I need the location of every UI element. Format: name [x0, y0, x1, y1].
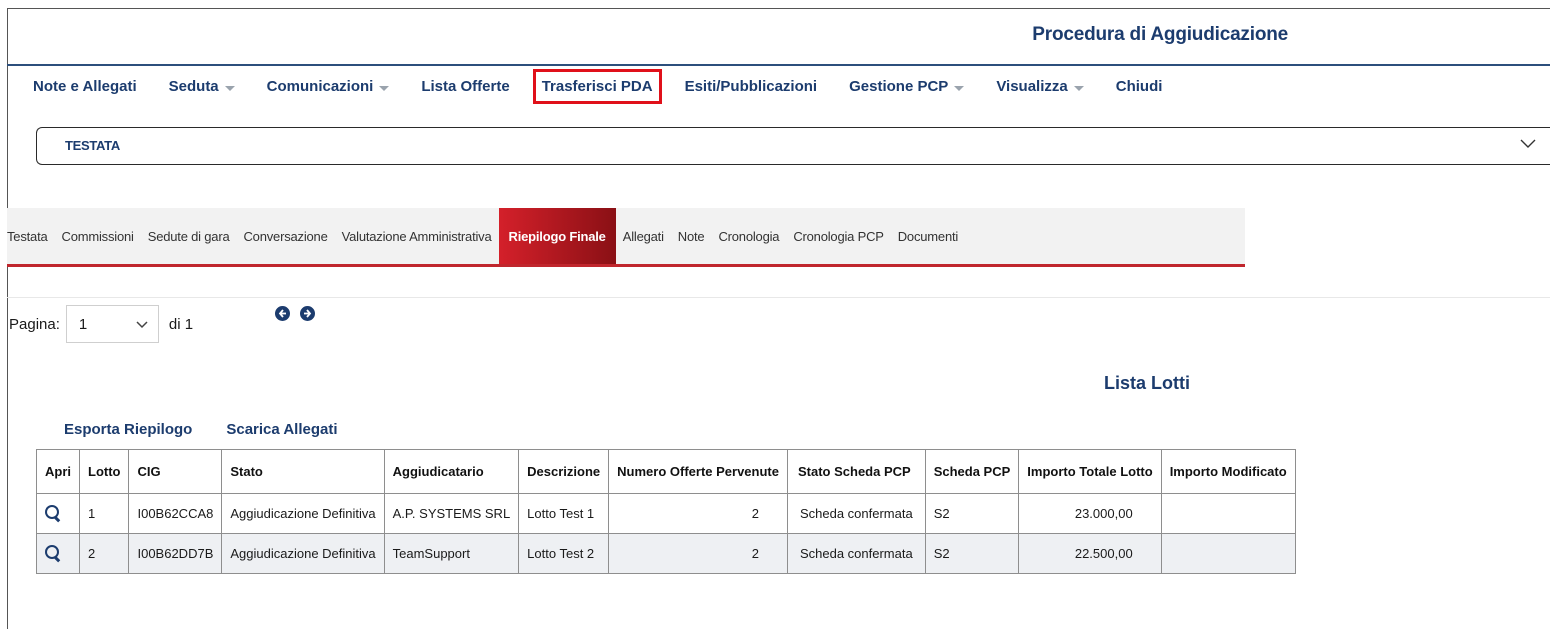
caret-down-icon — [379, 85, 390, 91]
tab-documenti[interactable]: Documenti — [891, 208, 965, 265]
menu-label: Gestione PCP — [849, 78, 949, 95]
col-numero-offerte: Numero Offerte Pervenute — [608, 449, 788, 494]
importo-modificato-cell — [1160, 493, 1296, 534]
tabs-divider — [7, 297, 1550, 298]
page-nav — [275, 306, 325, 321]
stato-cell: Aggiudicazione Definitiva — [221, 493, 385, 534]
numero-offerte-cell: 2 — [608, 493, 788, 534]
lotti-table: Apri Lotto CIG Stato Aggiudicatario Desc… — [36, 449, 1296, 574]
menu-label: Comunicazioni — [266, 78, 374, 95]
menu-chiudi[interactable]: Chiudi — [1116, 78, 1163, 95]
active-tab-underline — [7, 264, 1245, 267]
arrow-right-circle-icon[interactable] — [300, 306, 315, 321]
descrizione-cell: Lotto Test 2 — [518, 533, 610, 574]
testata-label: TESTATA — [65, 138, 120, 153]
tab-bar: Testata Commissioni Sedute di gara Conve… — [7, 208, 965, 265]
table-actions: Esporta Riepilogo Scarica Allegati — [64, 421, 372, 438]
lotto-cell: 1 — [78, 493, 130, 534]
col-lotto: Lotto — [78, 449, 130, 494]
tab-commissioni[interactable]: Commissioni — [55, 208, 141, 265]
tab-riepilogo-finale[interactable]: Riepilogo Finale — [498, 208, 616, 265]
stato-cell: Aggiudicazione Definitiva — [221, 533, 385, 574]
col-stato: Stato — [221, 449, 385, 494]
caret-down-icon — [224, 85, 235, 91]
chevron-down-icon — [136, 316, 148, 332]
page-title: Procedura di Aggiudicazione — [1032, 24, 1288, 45]
caret-down-icon — [1073, 85, 1084, 91]
table-row: 2 I00B62DD7B Aggiudicazione Definitiva T… — [36, 533, 1296, 574]
menu-label: Visualizza — [996, 78, 1068, 95]
col-scheda-pcp: Scheda PCP — [924, 449, 1020, 494]
tab-sedute-di-gara[interactable]: Sedute di gara — [141, 208, 237, 265]
menu-label: Esiti/Pubblicazioni — [684, 78, 818, 95]
pagination: Pagina: 1 di 1 — [9, 305, 193, 343]
main-menu: Note e Allegati Seduta Comunicazioni Lis… — [33, 69, 1194, 104]
scheda-pcp-cell: S2 — [924, 493, 1020, 534]
esporta-riepilogo-link[interactable]: Esporta Riepilogo — [64, 421, 192, 438]
tab-valutazione-amministrativa[interactable]: Valutazione Amministrativa — [335, 208, 499, 265]
col-importo-totale: Importo Totale Lotto — [1018, 449, 1162, 494]
testata-accordion[interactable]: TESTATA — [36, 127, 1550, 165]
table-row: 1 I00B62CCA8 Aggiudicazione Definitiva A… — [36, 493, 1296, 534]
col-descrizione: Descrizione — [518, 449, 610, 494]
menu-seduta[interactable]: Seduta — [169, 78, 235, 95]
importo-totale-cell: 23.000,00 — [1018, 493, 1162, 534]
importo-totale-cell: 22.500,00 — [1018, 533, 1162, 574]
page-select[interactable]: 1 — [65, 305, 159, 343]
search-icon[interactable] — [45, 505, 59, 519]
title-divider — [7, 64, 1550, 66]
scheda-pcp-cell: S2 — [924, 533, 1020, 574]
aggiudicatario-cell: TeamSupport — [383, 533, 520, 574]
col-cig: CIG — [128, 449, 223, 494]
menu-label: Trasferisci PDA — [541, 78, 653, 95]
arrow-left-circle-icon[interactable] — [275, 306, 290, 321]
page-select-value: 1 — [78, 315, 88, 333]
descrizione-cell: Lotto Test 1 — [518, 493, 610, 534]
scarica-allegati-link[interactable]: Scarica Allegati — [226, 421, 337, 438]
numero-offerte-cell: 2 — [608, 533, 788, 574]
apri-cell[interactable] — [36, 493, 80, 534]
tab-cronologia-pcp[interactable]: Cronologia PCP — [786, 208, 890, 265]
menu-note-allegati[interactable]: Note e Allegati — [33, 78, 137, 95]
pagination-total: di 1 — [168, 315, 194, 333]
table-header-row: Apri Lotto CIG Stato Aggiudicatario Desc… — [36, 449, 1296, 494]
tab-allegati[interactable]: Allegati — [616, 208, 671, 265]
stato-scheda-cell: Scheda confermata — [786, 493, 926, 534]
chevron-down-icon[interactable] — [1520, 136, 1536, 154]
col-stato-scheda: Stato Scheda PCP — [786, 449, 926, 494]
aggiudicatario-cell: A.P. SYSTEMS SRL — [383, 493, 520, 534]
col-aggiudicatario: Aggiudicatario — [383, 449, 520, 494]
importo-modificato-cell — [1160, 533, 1296, 574]
tab-note[interactable]: Note — [671, 208, 712, 265]
cig-cell: I00B62DD7B — [128, 533, 223, 574]
tab-testata[interactable]: Testata — [7, 208, 55, 265]
menu-visualizza[interactable]: Visualizza — [996, 78, 1084, 95]
menu-label: Lista Offerte — [421, 78, 510, 95]
lista-lotti-title: Lista Lotti — [1104, 373, 1190, 393]
menu-lista-offerte[interactable]: Lista Offerte — [421, 78, 509, 95]
tab-cronologia[interactable]: Cronologia — [711, 208, 786, 265]
col-apri: Apri — [36, 449, 80, 494]
menu-label: Note e Allegati — [33, 78, 137, 95]
menu-label: Chiudi — [1115, 78, 1163, 95]
pagination-label: Pagina: — [9, 315, 60, 333]
stato-scheda-cell: Scheda confermata — [786, 533, 926, 574]
search-icon[interactable] — [45, 545, 59, 559]
menu-trasferisci-pda[interactable]: Trasferisci PDA — [532, 69, 662, 104]
tab-conversazione[interactable]: Conversazione — [236, 208, 334, 265]
menu-label: Seduta — [168, 78, 219, 95]
apri-cell[interactable] — [36, 533, 80, 574]
cig-cell: I00B62CCA8 — [128, 493, 223, 534]
col-importo-modificato: Importo Modificato — [1160, 449, 1296, 494]
menu-gestione-pcp[interactable]: Gestione PCP — [849, 78, 965, 95]
menu-comunicazioni[interactable]: Comunicazioni — [267, 78, 390, 95]
lotto-cell: 2 — [78, 533, 130, 574]
menu-esiti-pubblicazioni[interactable]: Esiti/Pubblicazioni — [685, 78, 818, 95]
caret-down-icon — [954, 85, 965, 91]
